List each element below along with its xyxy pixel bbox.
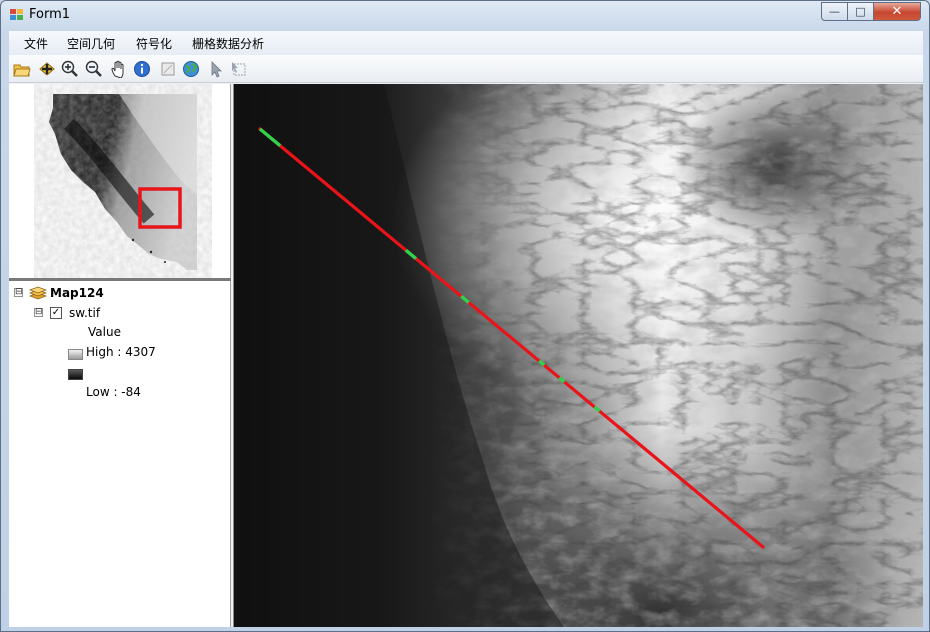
layer-expander[interactable]: ⊟: [34, 308, 43, 317]
client-area: 文件 空间几何 符号化 栅格数据分析 ⊟ Map124 ⊟ ✓ sw.tif V…: [9, 31, 923, 627]
legend-high-label: High : 4307: [86, 345, 156, 359]
legend-low-swatch: [68, 369, 83, 380]
pan-icon[interactable]: [110, 60, 128, 78]
map-layers-icon: [29, 286, 47, 300]
full-extent-icon[interactable]: [159, 60, 177, 78]
close-button[interactable]: ✕: [873, 2, 921, 21]
profile-line-layer: [258, 127, 765, 549]
layer-visibility-checkbox[interactable]: ✓: [50, 307, 62, 319]
zoom-in-icon[interactable]: [61, 60, 79, 78]
menu-spatial-geometry[interactable]: 空间几何: [67, 35, 115, 52]
title-bar[interactable]: Form1 — □ ✕: [1, 1, 929, 29]
map-expander[interactable]: ⊟: [14, 288, 23, 297]
profile-highlight-segment: [404, 248, 418, 260]
app-icon: [10, 9, 24, 21]
globe-icon[interactable]: [182, 60, 200, 78]
profile-highlight-segment: [538, 359, 546, 367]
add-data-icon[interactable]: [38, 60, 56, 78]
maximize-button[interactable]: □: [847, 2, 874, 21]
window-title: Form1: [29, 7, 71, 22]
menu-file[interactable]: 文件: [24, 35, 48, 52]
profile-line[interactable]: [258, 127, 765, 549]
minimize-button[interactable]: —: [821, 2, 848, 21]
legend-field-label: Value: [88, 325, 121, 339]
overview-canvas: [49, 94, 197, 270]
open-icon[interactable]: [13, 60, 31, 78]
toolbar: [9, 55, 923, 83]
app-window: Form1 — □ ✕ 文件 空间几何 符号化 栅格数据分析 ⊟ Map124 …: [0, 0, 930, 632]
profile-highlight-segment: [460, 294, 470, 304]
menu-raster-analysis[interactable]: 栅格数据分析: [192, 35, 264, 52]
legend-low-label: Low : -84: [86, 385, 141, 399]
profile-highlight-segment: [558, 376, 566, 384]
menu-symbology[interactable]: 符号化: [136, 35, 172, 52]
clear-selection-icon[interactable]: [230, 60, 248, 78]
overview-map[interactable]: [9, 84, 231, 278]
identify-icon[interactable]: [133, 60, 151, 78]
map-view[interactable]: [233, 84, 923, 627]
zoom-out-icon[interactable]: [85, 60, 103, 78]
profile-highlight-segment: [258, 127, 282, 148]
select-arrow-icon[interactable]: [207, 60, 225, 78]
layer-name[interactable]: sw.tif: [69, 306, 100, 320]
profile-highlight-segment: [593, 405, 601, 413]
menu-bar: 文件 空间几何 符号化 栅格数据分析: [9, 31, 923, 55]
table-of-contents: ⊟ Map124 ⊟ ✓ sw.tif Value High : 4307 Lo…: [9, 281, 231, 627]
map-name[interactable]: Map124: [50, 286, 104, 300]
legend-high-swatch: [68, 349, 83, 360]
